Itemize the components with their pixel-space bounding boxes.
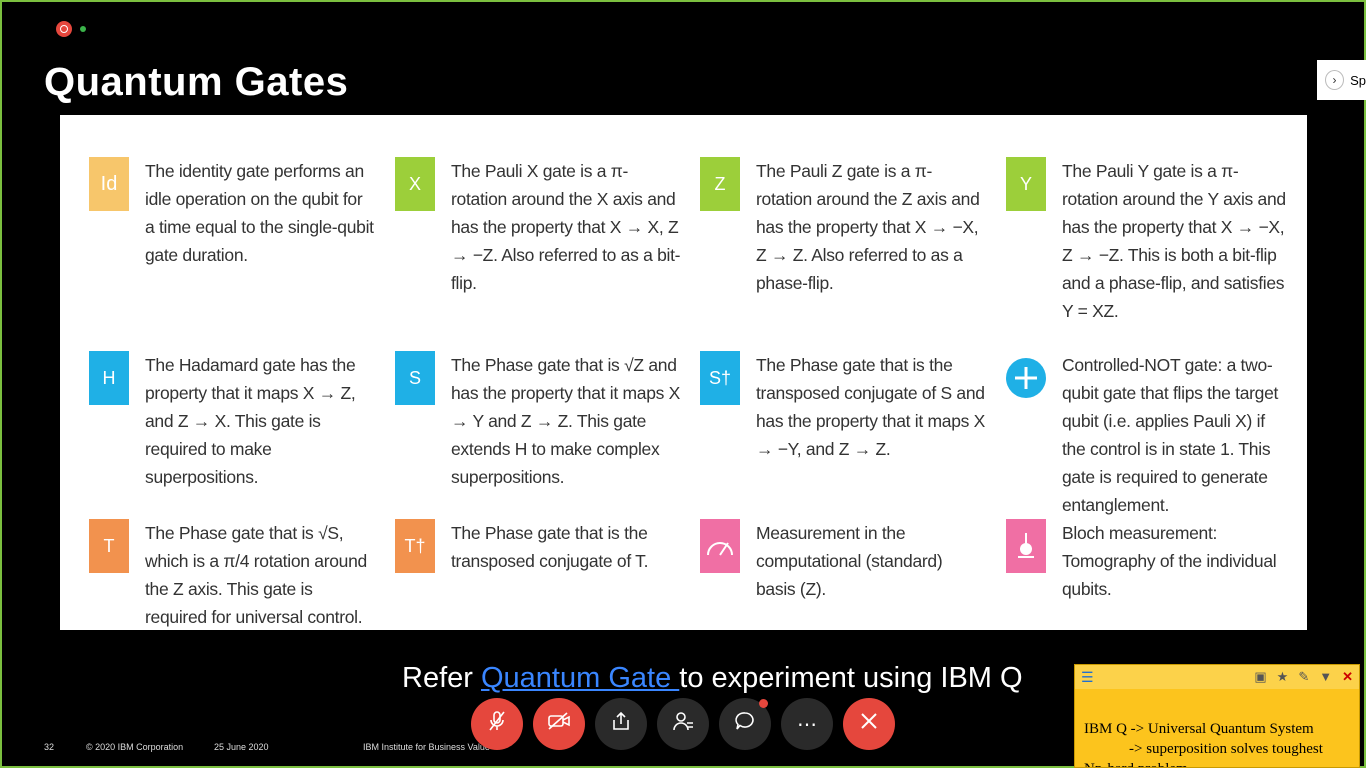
gate-phase-t-dagger: T† The Phase gate that is the transposed… — [395, 519, 681, 575]
refer-prefix: Refer — [402, 662, 481, 694]
gate-phase-s-dagger: S† The Phase gate that is the transposed… — [700, 351, 986, 463]
leave-button[interactable] — [843, 698, 895, 750]
side-panel-toggle[interactable]: › Sp — [1317, 60, 1366, 100]
gate-description: The Phase gate that is √S, which is a π/… — [145, 523, 367, 627]
sticky-note-toolbar: ☰ ▣ ★ ✎ ▼ ✕ — [1075, 665, 1359, 689]
gate-identity: Id The identity gate performs an idle op… — [89, 157, 375, 269]
window-icon[interactable]: ▣ — [1254, 669, 1266, 685]
gate-pauli-x: X The Pauli X gate is a π-rotation aroun… — [395, 157, 681, 297]
gate-description: The Pauli X gate is a π-rotation around … — [451, 161, 681, 293]
gate-phase-s: S The Phase gate that is √Z and has the … — [395, 351, 681, 491]
gate-phase-t: T The Phase gate that is √S, which is a … — [89, 519, 375, 630]
gate-icon-s: S — [395, 351, 435, 405]
gate-description: Measurement in the computational (standa… — [756, 523, 943, 599]
footer-page-number: 32 — [44, 742, 55, 752]
share-button[interactable] — [595, 698, 647, 750]
gate-icon-y: Y — [1006, 157, 1046, 211]
sticky-note-tools: ▣ ★ ✎ ▼ ✕ — [1254, 669, 1353, 685]
close-icon — [860, 712, 878, 736]
gate-description: Controlled-NOT gate: a two-qubit gate th… — [1062, 355, 1279, 515]
close-icon[interactable]: ✕ — [1342, 669, 1353, 685]
chat-icon — [734, 710, 756, 738]
side-panel-label: Sp — [1350, 72, 1366, 88]
gate-icon-t: T — [89, 519, 129, 573]
gate-icon-z: Z — [700, 157, 740, 211]
video-button[interactable] — [533, 698, 585, 750]
chevron-right-icon: › — [1325, 70, 1345, 90]
gate-description: The Phase gate that is the transposed co… — [451, 523, 649, 571]
pin-icon[interactable]: ★ — [1277, 669, 1289, 685]
gate-icon-t-dagger: T† — [395, 519, 435, 573]
notification-badge — [759, 699, 768, 708]
bloch-icon — [1006, 519, 1046, 573]
chat-button[interactable] — [719, 698, 771, 750]
gate-pauli-y: Y The Pauli Y gate is a π-rotation aroun… — [1006, 157, 1292, 325]
mic-off-icon — [487, 710, 507, 738]
share-icon — [610, 710, 632, 738]
refer-suffix: to experiment using IBM Q — [679, 662, 1023, 694]
gate-description: Bloch measurement: Tomography of the ind… — [1062, 523, 1277, 599]
sticky-note-text: IBM Q -> Universal Quantum System -> sup… — [1084, 721, 1323, 767]
gate-description: The Pauli Z gate is a π-rotation around … — [756, 161, 980, 293]
refer-line: Refer Quantum Gate to experiment using I… — [402, 662, 1023, 695]
participants-button[interactable] — [657, 698, 709, 750]
gate-measurement: Measurement in the computational (standa… — [700, 519, 986, 603]
video-off-icon — [547, 712, 571, 736]
list-icon[interactable]: ☰ — [1081, 669, 1094, 686]
slide-title: Quantum Gates — [44, 60, 349, 104]
gate-icon-x: X — [395, 157, 435, 211]
gate-description: The Pauli Y gate is a π-rotation around … — [1062, 161, 1286, 321]
gate-icon-s-dagger: S† — [700, 351, 740, 405]
footer-date: 25 June 2020 — [214, 742, 269, 752]
slide-image: Id The identity gate performs an idle op… — [60, 115, 1307, 630]
gate-description: The Hadamard gate has the property that … — [145, 355, 356, 487]
recording-icon — [56, 21, 72, 37]
more-button[interactable]: ⋯ — [781, 698, 833, 750]
gate-description: The identity gate performs an idle opera… — [145, 161, 374, 265]
gate-description: The Phase gate that is √Z and has the pr… — [451, 355, 681, 487]
gate-pauli-z: Z The Pauli Z gate is a π-rotation aroun… — [700, 157, 986, 297]
cnot-icon — [1006, 351, 1046, 405]
quantum-gate-link[interactable]: Quantum Gate — [481, 662, 679, 694]
meeting-controls: ⋯ — [471, 698, 895, 750]
gate-bloch-measurement: Bloch measurement: Tomography of the ind… — [1006, 519, 1292, 603]
meter-icon — [700, 519, 740, 573]
mute-button[interactable] — [471, 698, 523, 750]
participants-icon — [672, 710, 694, 738]
more-icon: ⋯ — [797, 713, 817, 736]
gate-description: The Phase gate that is the transposed co… — [756, 355, 986, 459]
status-dot — [80, 26, 86, 32]
edit-icon[interactable]: ✎ — [1298, 669, 1309, 685]
gate-icon-h: H — [89, 351, 129, 405]
gate-hadamard: H The Hadamard gate has the property tha… — [89, 351, 375, 491]
gate-icon-id: Id — [89, 157, 129, 211]
gate-cnot: Controlled-NOT gate: a two-qubit gate th… — [1006, 351, 1292, 519]
footer-copyright: © 2020 IBM Corporation — [86, 742, 184, 752]
sticky-note[interactable]: ☰ ▣ ★ ✎ ▼ ✕ IBM Q -> Universal Quantum S… — [1074, 664, 1360, 768]
highlight-icon[interactable]: ▼ — [1319, 669, 1332, 685]
